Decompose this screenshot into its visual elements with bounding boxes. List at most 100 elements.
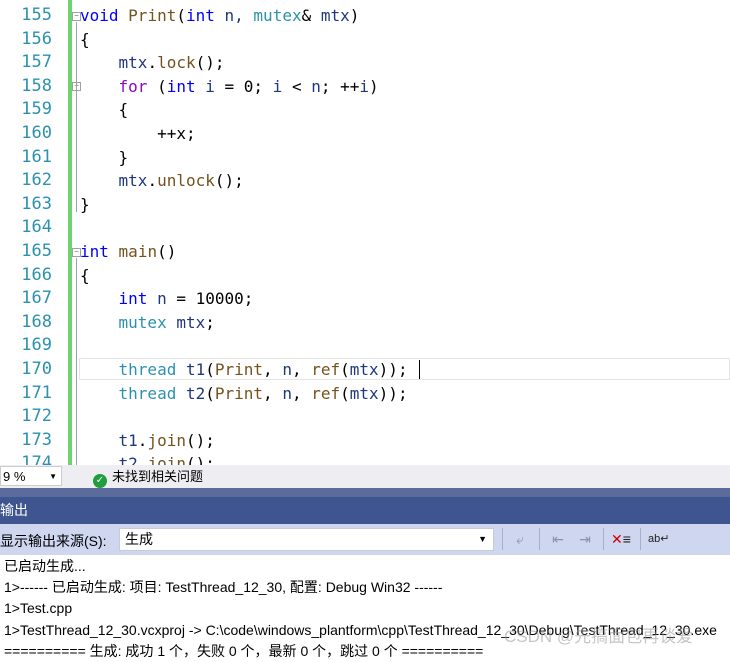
line-number: 169 [21,335,52,356]
code-token-kw: int [166,76,196,96]
code-line[interactable]: 162 mtx.unlock(); [0,169,730,193]
code-token-var: mtx [349,360,379,379]
code-token-type: mutex [118,312,167,332]
code-token-var: t2 [176,383,206,403]
output-line: 1>Test.cpp [4,600,73,616]
code-text: ++x; [80,122,196,146]
code-token-var: i [359,76,370,96]
code-line[interactable]: 156 { [0,28,730,52]
line-number: 155 [21,5,52,25]
code-token-fn: join [147,430,186,450]
code-line[interactable]: 159 { [0,98,730,122]
watermark: CSDN @先搞面包再谈爱 [504,627,694,646]
output-panel-title: 输出 [0,497,730,524]
code-token-var: n [147,289,167,309]
code-token-fn: Print [214,360,264,379]
code-token-type: mutex [253,6,302,25]
line-number: 162 [21,170,52,191]
zoom-value: 9 % [3,469,26,484]
code-line[interactable]: 171 thread t2(Print, n, ref(mtx)); [0,382,730,406]
code-text: } [80,146,129,170]
code-line[interactable]: 166 { [0,264,730,288]
clear-all-icon[interactable]: ✕≡ [611,529,631,549]
code-token-var: t2 [80,454,138,465]
check-circle-icon: ✓ [93,474,107,488]
output-toolbar: 显示输出来源(S): 生成 ▼ ⤶ ⇤ ⇥ ✕≡ ab↵ [0,524,730,555]
code-token-plain: ( [205,383,215,403]
code-token-kw: void [80,6,119,25]
code-token-plain: , [263,360,283,379]
line-number: 165 [21,241,52,261]
code-line[interactable]: 174 t2.join(); [0,452,730,465]
code-token-kw: int [118,289,148,309]
line-number: 161 [21,146,52,167]
issues-indicator[interactable]: ✓ 未找到相关问题 [93,468,203,488]
output-source-select[interactable]: 生成 ▼ [119,528,494,551]
code-token-var: i [272,76,283,96]
code-token-plain: ) [369,76,379,96]
code-token-plain: { [80,100,129,120]
code-token-plain: ++x; [80,124,196,143]
chevron-down-icon: ▼ [478,534,487,544]
code-token-type: thread [118,360,177,379]
line-number: 157 [21,52,52,73]
chevron-down-icon: ▼ [49,472,57,481]
line-number: 163 [21,193,52,214]
code-line[interactable]: 157 mtx.lock(); [0,51,730,75]
next-message-icon[interactable]: ⇥ [575,529,595,549]
code-token-kw: int [185,6,215,25]
code-token-plain: (); [185,430,215,450]
code-text: int n = 10000; [80,287,254,311]
code-line[interactable]: 165 int main() [0,240,730,264]
code-token-plain: , [291,383,312,403]
code-line[interactable]: 167 int n = 10000; [0,287,730,311]
code-line[interactable]: 170 thread t1(Print, n, ref(mtx)); [0,358,730,382]
code-line[interactable]: 169 [0,334,730,358]
code-token-plain: ( [340,383,350,403]
code-token-fn: Print [128,6,177,25]
issues-text: 未找到相关问题 [112,469,204,484]
code-line[interactable]: 161 } [0,146,730,170]
code-line[interactable]: 168 mutex mtx; [0,311,730,335]
code-token-plain: (); [195,53,225,73]
code-token-var: mtx [80,171,148,191]
code-line[interactable]: 163} [0,193,730,217]
code-line[interactable]: 160 ++x; [0,122,730,146]
code-editor[interactable]: − − − 155 void Print(int n, mutex& mtx) 15… [0,0,730,465]
find-message-icon[interactable]: ⤶ [510,529,530,549]
code-token-fn: Print [214,383,264,403]
panel-splitter[interactable] [0,488,730,497]
code-text: { [80,264,90,288]
code-token-plain: ) [349,6,360,25]
word-wrap-icon[interactable]: ab↵ [648,529,669,549]
code-token-var: mtx [349,383,379,403]
code-text: thread t2(Print, n, ref(mtx)); [80,382,408,406]
code-line[interactable]: 172 [0,405,730,429]
code-token-plain: )); [378,360,408,379]
code-text: for (int i = 0; i < n; ++i) [80,75,379,99]
output-title: 输出 [0,502,28,518]
code-token-plain: (); [214,171,244,191]
code-token-plain: . [137,454,148,465]
code-text: int main() [80,240,176,264]
code-text: t2.join(); [80,452,215,465]
code-line[interactable]: 155 void Print(int n, mutex& mtx) [0,4,730,28]
code-line[interactable]: 173 t1.join(); [0,429,730,453]
zoom-dropdown[interactable]: 9 % ▼ [0,466,62,486]
previous-message-icon[interactable]: ⇤ [548,529,568,549]
code-line[interactable]: 158 for (int i = 0; i < n; ++i) [0,75,730,99]
code-token-var: t1 [80,430,138,450]
text-caret [419,360,420,379]
code-line[interactable]: 164 [0,216,730,240]
code-token-plain: = 10000; [166,289,254,309]
output-line: 1>------ 已启动生成: 项目: TestThread_12_30, 配置… [4,579,443,595]
code-token-plain: . [137,430,148,450]
code-token-fn: lock [157,53,196,73]
code-token-fn: main [118,242,158,261]
code-text: thread t1(Print, n, ref(mtx)); [80,358,408,382]
editor-status-bar: 9 % ▼ ✓ 未找到相关问题 [0,465,730,488]
